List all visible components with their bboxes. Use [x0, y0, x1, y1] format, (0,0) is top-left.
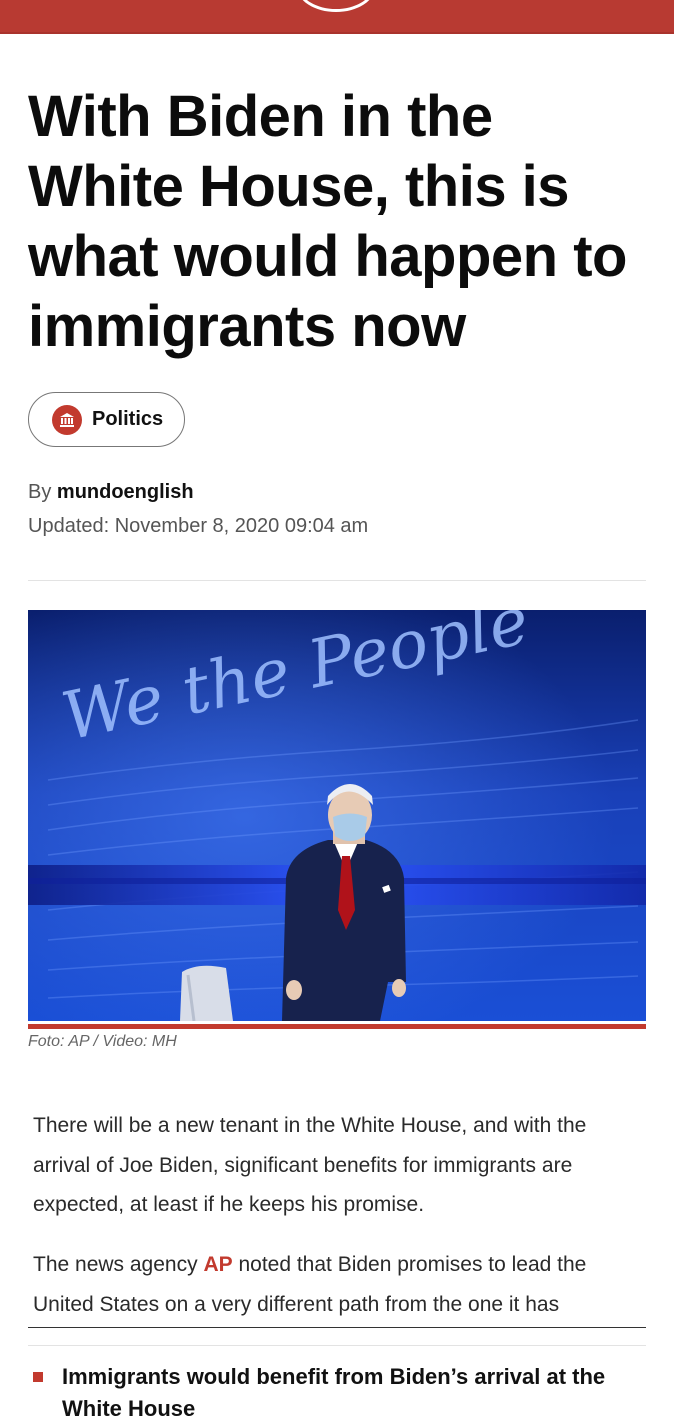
image-caption: Foto: AP / Video: MH [28, 1033, 177, 1050]
site-logo[interactable] [297, 0, 375, 12]
category-pill-politics[interactable]: Politics [28, 392, 185, 447]
hero-accent-bar [28, 1024, 646, 1029]
hero-image[interactable]: We the People [28, 610, 646, 1021]
list-item[interactable]: Immigrants would benefit from Biden’s ar… [33, 1361, 645, 1425]
bullet-square-icon [33, 1372, 43, 1382]
highlights-list: Immigrants would benefit from Biden’s ar… [33, 1361, 645, 1425]
author-link[interactable]: mundoenglish [57, 481, 194, 503]
ap-link[interactable]: AP [203, 1253, 232, 1276]
divider [28, 1327, 646, 1328]
byline-prefix: By [28, 481, 52, 503]
updated-timestamp: Updated: November 8, 2020 09:04 am [28, 515, 369, 537]
list-item-text: Immigrants would benefit from Biden’s ar… [62, 1364, 606, 1421]
byline: By mundoenglish [28, 481, 194, 504]
article-headline: With Biden in the White House, this is w… [28, 84, 627, 359]
article-paragraph-1: There will be a new tenant in the White … [33, 1114, 587, 1216]
hero-photo-illustration: We the People [28, 610, 646, 1021]
top-header-bar [0, 0, 674, 34]
divider [28, 580, 646, 581]
category-label: Politics [92, 408, 164, 430]
divider [28, 1345, 646, 1346]
paragraph-text: The news agency [33, 1253, 204, 1276]
bank-icon [52, 404, 82, 435]
article-paragraph-2: The news agency AP noted that Biden prom… [33, 1245, 645, 1324]
